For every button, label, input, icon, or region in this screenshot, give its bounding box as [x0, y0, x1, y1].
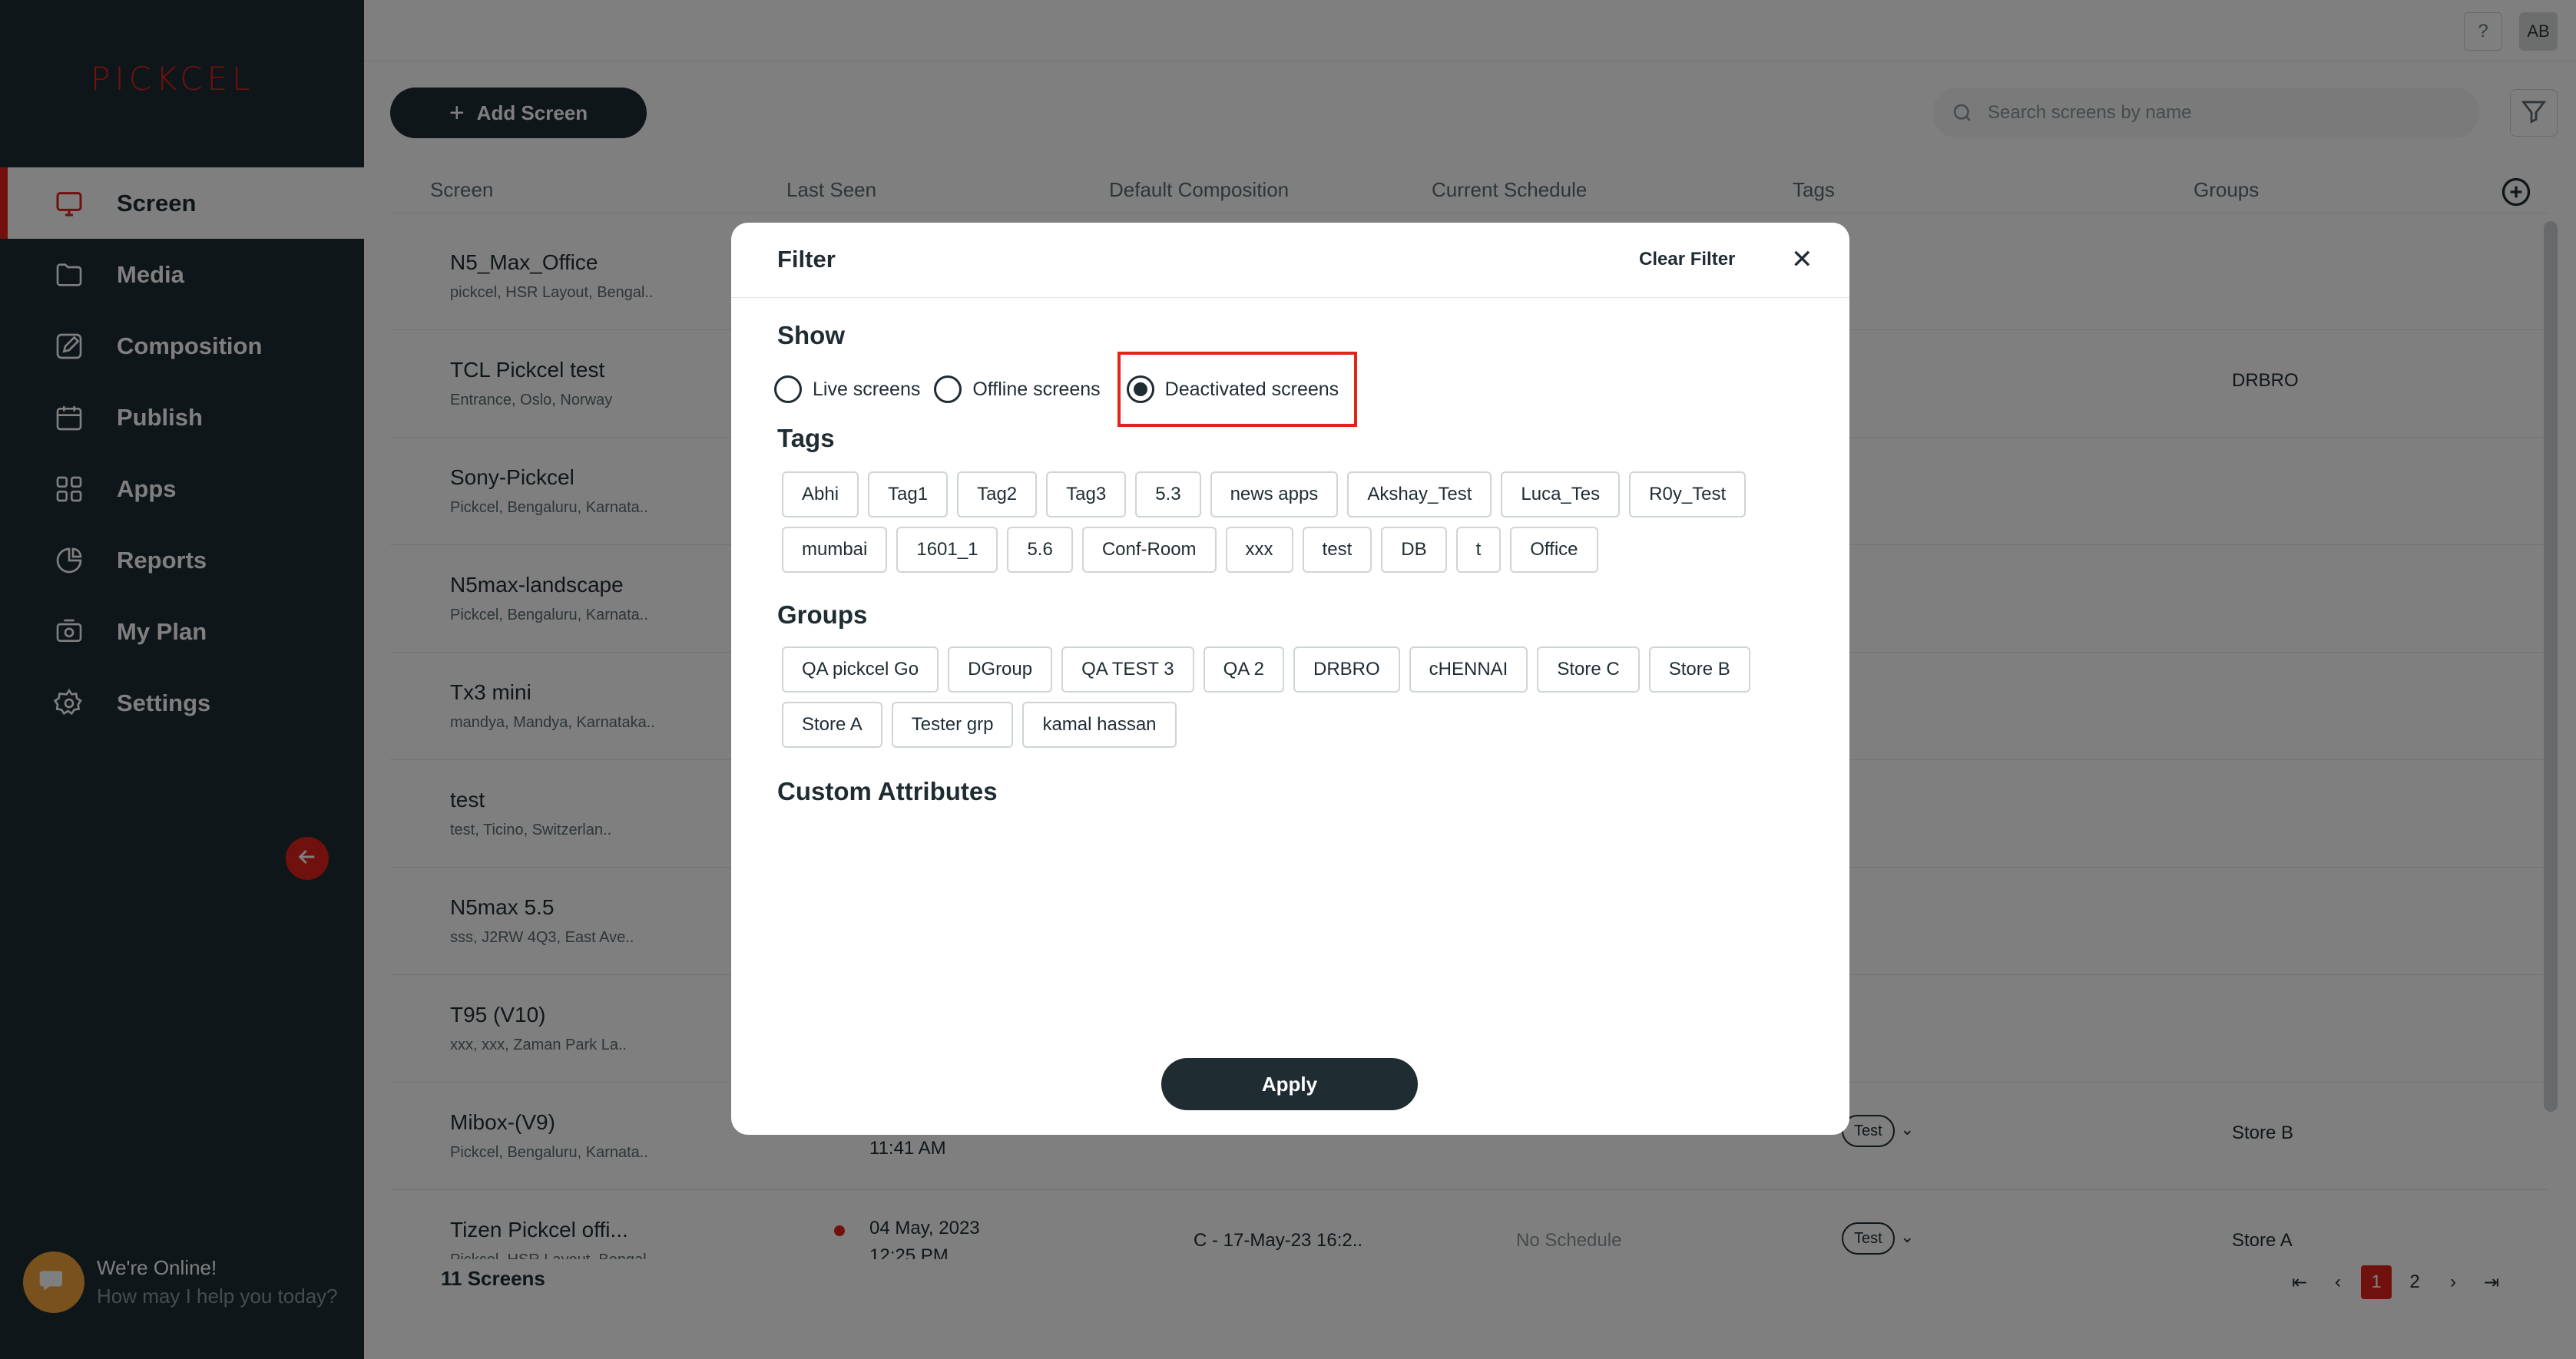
tag-chip[interactable]: Office — [1510, 527, 1598, 573]
show-options: Live screens Offline screens Deactivated… — [774, 352, 1371, 427]
group-chip[interactable]: Store A — [782, 702, 882, 748]
tag-chip[interactable]: t — [1455, 527, 1502, 573]
tag-chip[interactable]: DB — [1381, 527, 1447, 573]
group-chip[interactable]: cHENNAI — [1409, 646, 1528, 693]
radio-offline-screens[interactable]: Offline screens — [934, 375, 1101, 403]
radio-label: Deactivated screens — [1164, 378, 1339, 400]
clear-filter-button[interactable]: Clear Filter — [1639, 249, 1735, 270]
radio-circle — [774, 375, 802, 403]
tag-chip[interactable]: Conf-Room — [1081, 527, 1217, 573]
tag-chip[interactable]: 1601_1 — [896, 527, 998, 573]
groups-section-title: Groups — [777, 600, 868, 629]
tags-section-title: Tags — [777, 424, 835, 452]
tag-chip[interactable]: Tag2 — [957, 471, 1038, 517]
group-chip[interactable]: kamal hassan — [1022, 702, 1177, 748]
group-chip[interactable]: Tester grp — [891, 702, 1014, 748]
tag-chip[interactable]: test — [1302, 527, 1372, 573]
radio-live-screens[interactable]: Live screens — [774, 375, 920, 403]
tag-chip[interactable]: xxx — [1225, 527, 1293, 573]
group-chip[interactable]: DGroup — [948, 646, 1053, 693]
radio-deactivated-screens[interactable]: Deactivated screens — [1117, 352, 1358, 427]
tag-chip[interactable]: Akshay_Test — [1347, 471, 1492, 517]
group-chips: QA pickcel Go DGroup QA TEST 3 QA 2 DRBR… — [782, 646, 1811, 748]
tag-chip[interactable]: mumbai — [782, 527, 888, 573]
radio-label: Offline screens — [972, 378, 1101, 400]
radio-label: Live screens — [813, 378, 921, 400]
group-chip[interactable]: Store B — [1648, 646, 1750, 693]
modal-header: Filter Clear Filter ✕ — [731, 223, 1849, 298]
tag-chip[interactable]: R0y_Test — [1629, 471, 1747, 517]
tag-chip[interactable]: Tag3 — [1046, 471, 1127, 517]
group-chip[interactable]: QA TEST 3 — [1061, 646, 1194, 693]
group-chip[interactable]: Store C — [1537, 646, 1640, 693]
tag-chips: Abhi Tag1 Tag2 Tag3 5.3 news apps Akshay… — [782, 471, 1811, 573]
tag-chip[interactable]: 5.3 — [1135, 471, 1201, 517]
group-chip[interactable]: DRBRO — [1293, 646, 1400, 693]
radio-circle — [934, 375, 962, 403]
modal-title: Filter — [777, 246, 836, 273]
tag-chip[interactable]: news apps — [1210, 471, 1339, 517]
close-icon[interactable]: ✕ — [1791, 244, 1813, 275]
tag-chip[interactable]: Luca_Tes — [1501, 471, 1621, 517]
tag-chip[interactable]: 5.6 — [1007, 527, 1073, 573]
filter-modal: Filter Clear Filter ✕ Show Live screens … — [731, 223, 1849, 1135]
tag-chip[interactable]: Abhi — [782, 471, 859, 517]
group-chip[interactable]: QA pickcel Go — [782, 646, 939, 693]
radio-circle-checked — [1126, 375, 1154, 403]
custom-attributes-section-title: Custom Attributes — [777, 777, 998, 805]
show-section-title: Show — [777, 321, 845, 349]
group-chip[interactable]: QA 2 — [1203, 646, 1284, 693]
apply-button[interactable]: Apply — [1161, 1058, 1418, 1110]
tag-chip[interactable]: Tag1 — [868, 471, 949, 517]
